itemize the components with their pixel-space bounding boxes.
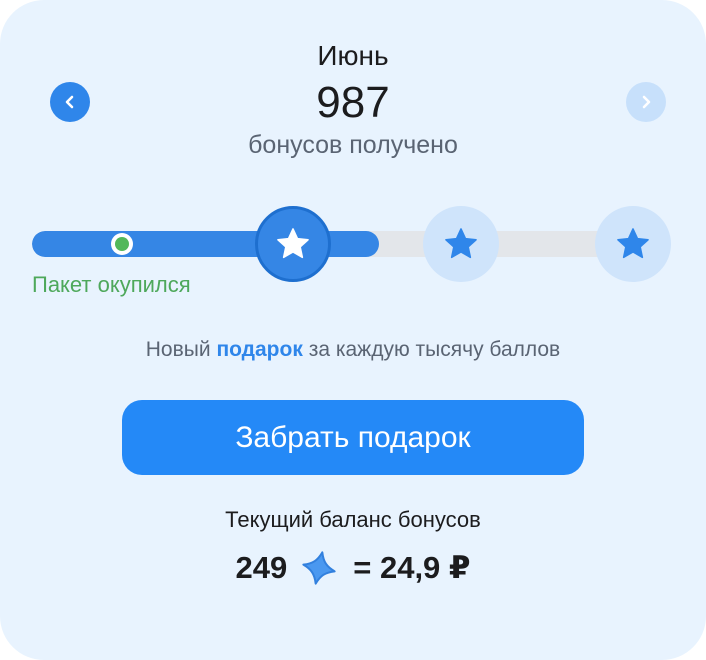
milestone-1 xyxy=(255,206,331,282)
milestone-2 xyxy=(423,206,499,282)
star-icon xyxy=(277,228,309,259)
gift-info: Новый подарок за каждую тысячу баллов xyxy=(0,338,706,362)
star-icon xyxy=(617,228,649,259)
star-icon xyxy=(445,228,477,259)
bonus-card: Июнь 987 бонусов получено Пакет окупился… xyxy=(0,0,706,660)
balance-row: 249 = 24,9 ₽ xyxy=(0,548,706,588)
bonus-star-icon xyxy=(299,548,339,588)
balance-points: 249 xyxy=(235,550,288,585)
balance-title: Текущий баланс бонусов xyxy=(225,507,481,532)
bonus-amount: 987 xyxy=(316,78,390,127)
balance-rub-value: = 24,9 ₽ xyxy=(353,550,471,585)
gift-info-prefix: Новый xyxy=(145,338,217,361)
milestone-3 xyxy=(595,206,671,282)
payback-marker-dot xyxy=(115,237,129,251)
bonus-caption: бонусов получено xyxy=(248,131,458,159)
payback-marker xyxy=(111,233,133,255)
gift-info-suffix: за каждую тысячу баллов xyxy=(302,338,561,361)
gift-info-highlight[interactable]: подарок xyxy=(216,338,302,361)
payback-label: Пакет окупился xyxy=(32,272,191,297)
claim-gift-button[interactable]: Забрать подарок xyxy=(122,400,584,475)
month-label: Июнь xyxy=(317,40,389,71)
